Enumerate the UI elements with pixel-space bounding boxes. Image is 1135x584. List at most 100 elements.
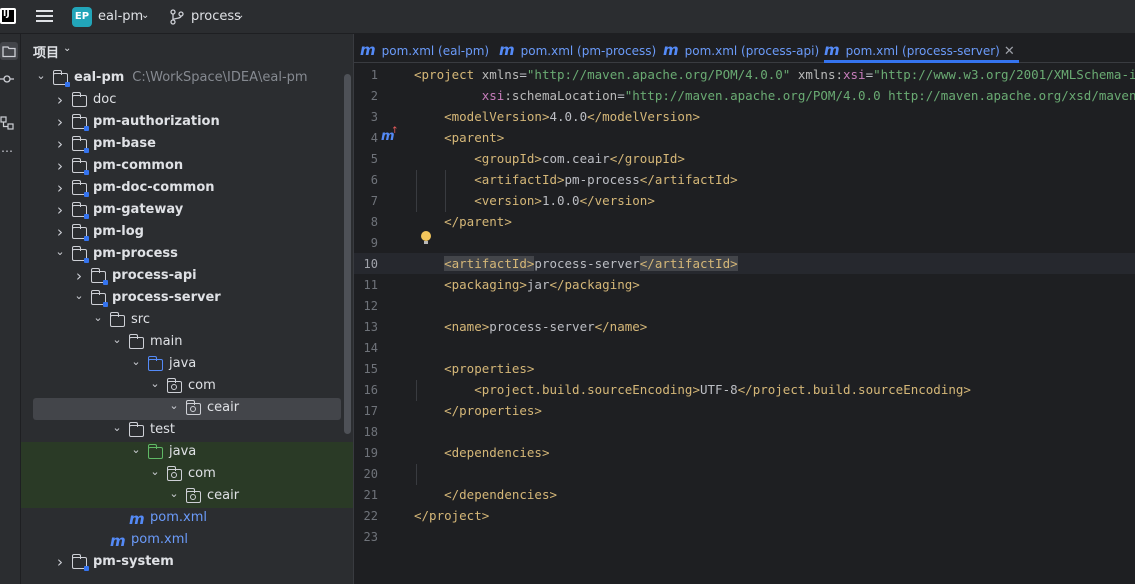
line-number[interactable]: 11 [354,278,378,292]
commit-icon[interactable] [0,72,14,86]
panel-title[interactable]: 项目 [33,42,59,61]
line-number[interactable]: 12 [354,299,378,313]
chevron-down-icon[interactable]: ⌄ [130,443,142,456]
line-number[interactable]: 9 [354,236,378,250]
tree-item-java[interactable]: ⌄ java [21,354,353,376]
tree-item-pom-xml[interactable]: m pom.xml [21,530,353,552]
line-number[interactable]: 15 [354,362,378,376]
chevron-down-icon[interactable]: ⌄ [73,289,85,302]
tree-item-pom-xml[interactable]: m pom.xml [21,508,353,530]
code-line[interactable]: </project> [414,508,489,529]
line-number[interactable]: 7 [354,194,378,208]
chevron-right-icon[interactable]: › [54,157,66,175]
tree-item-pm-process[interactable]: ⌄ pm-process [21,244,353,266]
code-line[interactable]: <version>1.0.0</version> [414,193,655,214]
intellij-logo-icon[interactable]: IJ [0,8,16,24]
line-number[interactable]: 18 [354,425,378,439]
chevron-right-icon[interactable]: › [73,267,85,285]
line-number[interactable]: 8 [354,215,378,229]
project-tool-icon[interactable] [0,42,18,60]
chevron-down-icon[interactable]: ⌄ [149,377,161,390]
tree-item-pm-doc-common[interactable]: › pm-doc-common [21,178,353,200]
tree-item-pm-log[interactable]: › pm-log [21,222,353,244]
tree-item-test[interactable]: ⌄ test [21,420,353,442]
branch-selector[interactable]: process [191,9,241,24]
tree-item-process-api[interactable]: › process-api [21,266,353,288]
code-area[interactable]: <project xmlns="http://maven.apache.org/… [412,65,1135,584]
chevron-down-icon[interactable]: ⌄ [111,333,123,346]
line-number[interactable]: 6 [354,173,378,187]
tab-pom-process-server[interactable]: m pom.xml (process-server) ✕ [824,34,1019,63]
tree-item-java[interactable]: ⌄ java [21,442,353,464]
project-badge[interactable]: EP [72,7,92,27]
line-number[interactable]: 20 [354,467,378,481]
chevron-down-icon[interactable]: ⌄ [168,399,180,412]
code-line[interactable]: <name>process-server</name> [414,319,647,340]
line-number[interactable]: 10 [354,257,378,271]
chevron-down-icon[interactable]: ⌄ [130,355,142,368]
line-number[interactable]: 2 [354,89,378,103]
tree-item-com[interactable]: ⌄ com [21,464,353,486]
chevron-right-icon[interactable]: › [54,179,66,197]
close-tab-icon[interactable]: ✕ [1004,44,1015,59]
chevron-down-icon[interactable]: ⌄ [63,43,71,54]
navigate-up-arrow-icon[interactable]: ↑ [391,126,399,136]
line-number[interactable]: 5 [354,152,378,166]
line-number[interactable]: 1 [354,68,378,82]
code-line[interactable]: <artifactId>pm-process</artifactId> [414,172,737,193]
tree-item-pm-common[interactable]: › pm-common [21,156,353,178]
code-line[interactable]: <project.build.sourceEncoding>UTF-8</pro… [414,382,971,403]
chevron-down-icon[interactable]: ⌄ [35,69,47,82]
line-number[interactable]: 19 [354,446,378,460]
code-line[interactable]: <groupId>com.ceair</groupId> [414,151,685,172]
chevron-down-icon[interactable]: ⌄ [168,487,180,500]
chevron-down-icon[interactable]: ⌄ [149,465,161,478]
git-branch-icon[interactable] [170,9,184,25]
chevron-down-icon[interactable]: ⌄ [54,245,66,258]
chevron-right-icon[interactable]: › [54,91,66,109]
tree-item-pm-base[interactable]: › pm-base [21,134,353,156]
tab-pom-process-api[interactable]: m pom.xml (process-api) [663,34,819,63]
chevron-down-icon[interactable]: ⌄ [141,10,149,21]
code-line[interactable]: <properties> [414,361,534,382]
more-tools-icon[interactable]: ⋯ [0,144,14,158]
line-number[interactable]: 4 [354,131,378,145]
project-selector[interactable]: eal-pm [98,9,143,24]
code-line[interactable]: xsi:schemaLocation="http://maven.apache.… [414,88,1135,109]
line-number[interactable]: 16 [354,383,378,397]
line-number[interactable]: 13 [354,320,378,334]
code-line[interactable]: <artifactId>process-server</artifactId> [414,256,738,277]
line-number[interactable]: 14 [354,341,378,355]
chevron-right-icon[interactable]: › [54,201,66,219]
tree-item-doc[interactable]: › doc [21,90,353,112]
tree-item-process-server[interactable]: ⌄ process-server [21,288,353,310]
structure-icon[interactable] [0,116,14,130]
chevron-down-icon[interactable]: ⌄ [92,311,104,324]
chevron-down-icon[interactable]: ⌄ [111,421,123,434]
code-line[interactable]: </properties> [414,403,542,424]
tree-item-com[interactable]: ⌄ com [21,376,353,398]
tree-item-ceair[interactable]: ⌄ ceair [21,486,353,508]
code-line[interactable]: </parent> [414,214,512,235]
code-line[interactable]: <parent> [414,130,504,151]
line-number[interactable]: 17 [354,404,378,418]
tab-pom-pm-process[interactable]: m pom.xml (pm-process) [499,34,656,63]
chevron-right-icon[interactable]: › [54,553,66,571]
tab-pom-eal-pm[interactable]: m pom.xml (eal-pm) [360,34,489,63]
line-number[interactable]: 3 [354,110,378,124]
line-number[interactable]: 23 [354,530,378,544]
tree-item-pm-gateway[interactable]: › pm-gateway [21,200,353,222]
tree-item-eal-pm[interactable]: ⌄ eal-pm C:\WorkSpace\IDEA\eal-pm [21,68,353,90]
chevron-right-icon[interactable]: › [54,223,66,241]
chevron-right-icon[interactable]: › [54,135,66,153]
tree-item-src[interactable]: ⌄ src [21,310,353,332]
code-line[interactable]: <packaging>jar</packaging> [414,277,640,298]
tree-item-main[interactable]: ⌄ main [21,332,353,354]
line-number[interactable]: 21 [354,488,378,502]
code-line[interactable]: <modelVersion>4.0.0</modelVersion> [414,109,700,130]
tree-item-pm-authorization[interactable]: › pm-authorization [21,112,353,134]
chevron-down-icon[interactable]: ⌄ [236,10,244,21]
line-number[interactable]: 22 [354,509,378,523]
panel-scrollbar[interactable] [344,74,351,434]
code-line[interactable]: <dependencies> [414,445,549,466]
